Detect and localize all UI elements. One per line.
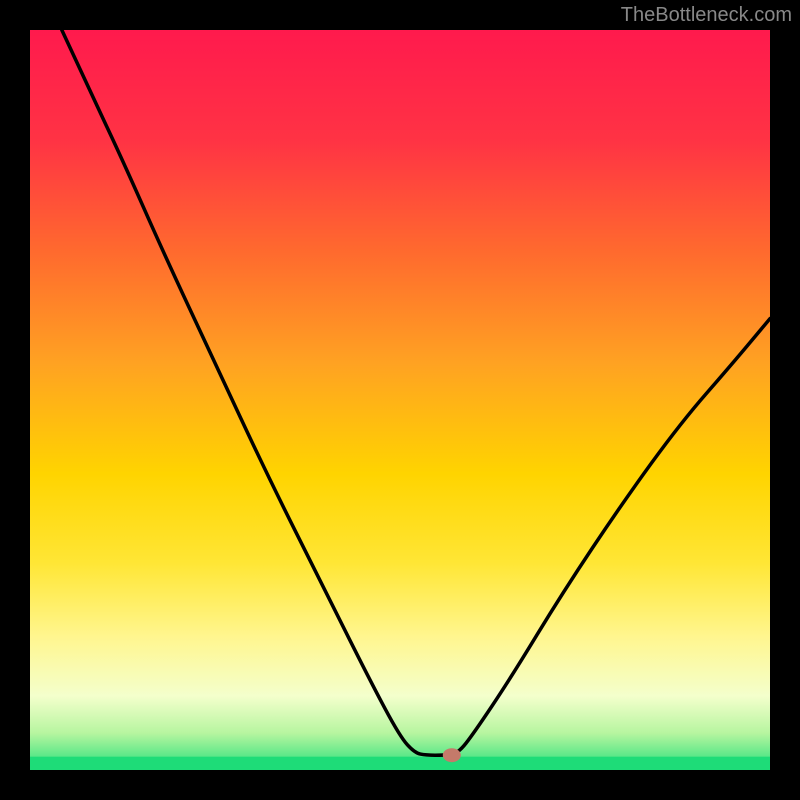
bottleneck-chart (0, 0, 800, 800)
green-band (30, 757, 770, 770)
chart-container: TheBottleneck.com (0, 0, 800, 800)
plot-background (30, 30, 770, 770)
watermark-text: TheBottleneck.com (621, 4, 792, 27)
minimum-marker (443, 748, 461, 762)
